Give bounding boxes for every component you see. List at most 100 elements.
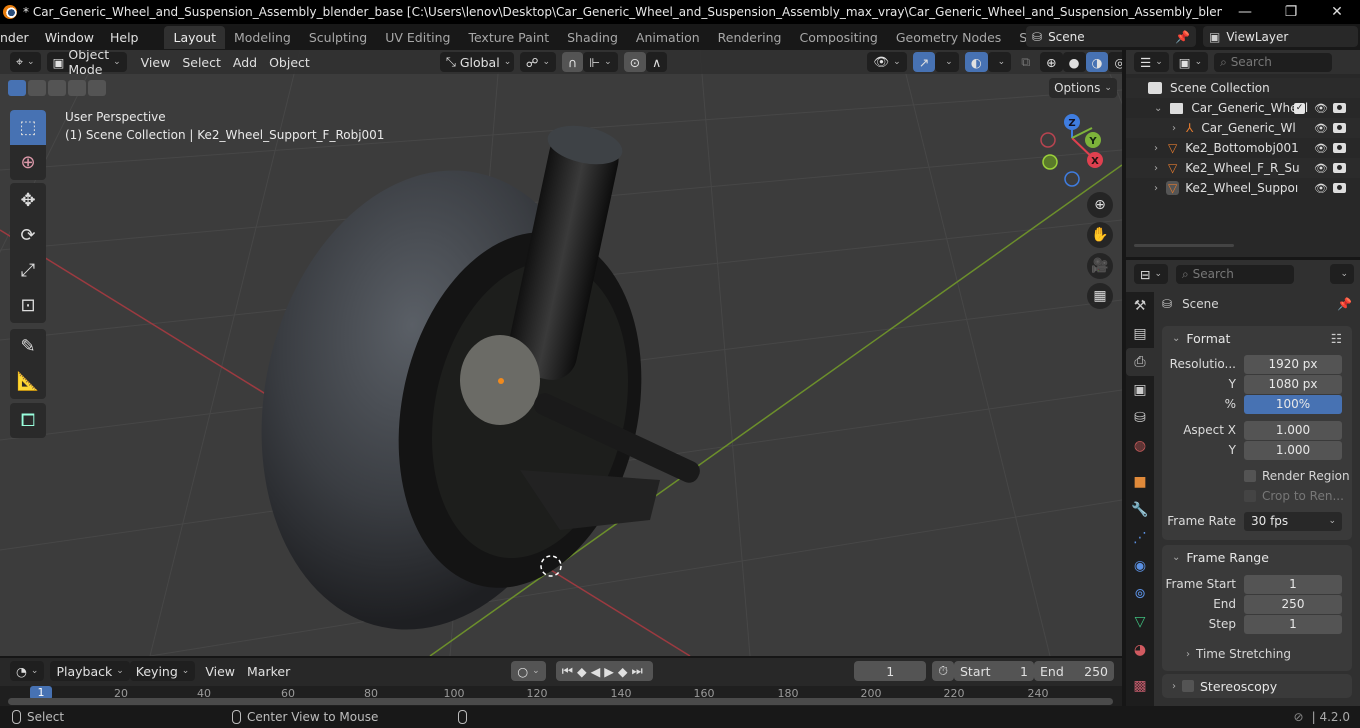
measure-tool[interactable]: 📐	[10, 364, 46, 399]
play-button[interactable]: ▶	[604, 664, 618, 679]
resolution-percent-slider[interactable]: 100%	[1244, 394, 1342, 414]
select-extend-icon[interactable]	[28, 80, 46, 96]
playback-menu[interactable]: Playback ⌄	[50, 661, 130, 681]
render-region-row[interactable]: Render Region	[1162, 466, 1352, 486]
snap-toggle[interactable]: ∩	[562, 52, 584, 72]
options-button[interactable]: Options ⌄	[1049, 78, 1117, 98]
3d-viewport[interactable]: ⌖ ⌄ ▣ Object Mode ⌄ View Select Add Object…	[0, 50, 1122, 656]
tab-animation[interactable]: Animation	[627, 26, 709, 49]
view-layer-selector[interactable]: ▣ ViewLayer	[1203, 26, 1358, 47]
view-layer-name[interactable]: ViewLayer	[1226, 30, 1288, 44]
expand-icon[interactable]: ›	[1154, 163, 1158, 174]
orientation-selector[interactable]: ⤡ Global ⌄	[439, 52, 514, 72]
outliner-search-input[interactable]: ⌕ Search	[1214, 52, 1333, 72]
eye-icon[interactable]: 👁	[1314, 182, 1328, 195]
crop-checkbox[interactable]	[1244, 490, 1256, 502]
tab-tool[interactable]: ⚒	[1126, 292, 1154, 320]
wireframe-shading-button[interactable]: ⊕	[1040, 52, 1063, 72]
pivot-selector[interactable]: ☍ ⌄	[519, 52, 557, 72]
menu-select[interactable]: Select	[176, 52, 227, 72]
tab-shading[interactable]: Shading	[558, 26, 627, 49]
use-preview-range-toggle[interactable]: ⏱	[932, 661, 954, 681]
falloff-selector[interactable]: ∧	[646, 52, 668, 72]
menu-object[interactable]: Object	[263, 52, 316, 72]
format-panel-header[interactable]: ⌄ Format ☷	[1162, 326, 1352, 350]
solid-shading-button[interactable]: ●	[1062, 52, 1086, 72]
select-new-icon[interactable]	[8, 80, 26, 96]
outliner-row[interactable]: ⌄ Car_Generic_Wheel ✓ 👁	[1126, 98, 1360, 118]
next-keyframe-button[interactable]: ◆	[618, 664, 632, 679]
tab-scene[interactable]: ⛁	[1126, 404, 1154, 432]
stereoscopy-checkbox[interactable]	[1182, 680, 1194, 692]
frame-range-panel-header[interactable]: ⌄ Frame Range	[1162, 545, 1352, 569]
auto-keying-toggle[interactable]: ○ ⌄	[511, 661, 546, 681]
perspective-toggle-button[interactable]: ▦	[1087, 283, 1113, 309]
add-cube-tool[interactable]: ⧠	[10, 403, 46, 438]
frame-end-field[interactable]: 250	[1244, 594, 1342, 614]
scene-name[interactable]: Scene	[1048, 30, 1085, 44]
start-frame-field[interactable]: Start 1	[954, 661, 1034, 681]
navigation-gizmo[interactable]: Z Y X	[1030, 112, 1120, 202]
prev-keyframe-button[interactable]: ◆	[577, 664, 591, 679]
menu-window[interactable]: Window	[37, 30, 102, 45]
outliner-root[interactable]: Scene Collection	[1126, 78, 1360, 98]
tab-render[interactable]: ▤	[1126, 320, 1154, 348]
scale-tool[interactable]: ⤢	[10, 253, 46, 288]
close-button[interactable]: ✕	[1314, 4, 1360, 20]
render-camera-icon[interactable]	[1333, 103, 1346, 113]
exclude-checkbox[interactable]: ✓	[1294, 102, 1305, 114]
overlays-dropdown[interactable]: ⌄	[987, 52, 1012, 72]
material-shading-button[interactable]: ◑	[1085, 52, 1109, 72]
proportional-edit-toggle[interactable]: ⊙	[623, 52, 647, 72]
resolution-y-field[interactable]: 1080 px	[1244, 374, 1342, 394]
visibility-selector[interactable]: 👁 ⌄	[867, 52, 907, 72]
current-frame-field[interactable]: 1	[854, 661, 927, 681]
eye-icon[interactable]: 👁	[1314, 162, 1328, 175]
scene-selector[interactable]: ⛁ Scene 📌	[1026, 26, 1196, 47]
frame-rate-dropdown[interactable]: 30 fps ⌄	[1244, 511, 1342, 531]
frame-start-field[interactable]: 1	[1244, 574, 1342, 594]
move-tool[interactable]: ✥	[10, 183, 46, 218]
jump-end-button[interactable]: ⏭	[631, 663, 646, 679]
render-camera-icon[interactable]	[1333, 163, 1346, 173]
tab-modifiers[interactable]: 🔧	[1126, 496, 1154, 524]
mode-selector[interactable]: ▣ Object Mode ⌄	[46, 50, 127, 77]
outliner-row-active[interactable]: › ▽ Ke2_Wheel_Suppoı 👁	[1126, 178, 1360, 198]
aspect-x-field[interactable]: 1.000	[1244, 420, 1342, 440]
tab-rendering[interactable]: Rendering	[709, 26, 791, 49]
tab-particles[interactable]: ⋰	[1126, 524, 1154, 552]
zoom-view-button[interactable]: ⊕	[1087, 192, 1113, 218]
expand-icon[interactable]: ›	[1154, 183, 1158, 194]
cursor-tool[interactable]: ⊕	[10, 145, 46, 180]
tab-modeling[interactable]: Modeling	[225, 26, 300, 49]
render-region-checkbox[interactable]	[1244, 470, 1256, 482]
timeline-editor-type[interactable]: ◔ ⌄	[10, 661, 45, 681]
outliner-row[interactable]: › ⅄ Car_Generic_Wl 👁	[1126, 118, 1360, 138]
resolution-x-field[interactable]: 1920 px	[1244, 354, 1342, 374]
tab-constraints[interactable]: ⊚	[1126, 580, 1154, 608]
tab-object[interactable]: ■	[1126, 468, 1154, 496]
annotate-tool[interactable]: ✎	[10, 329, 46, 364]
display-mode-selector[interactable]: ▣ ⌄	[1172, 52, 1209, 72]
gizmo-toggle[interactable]: ↗	[912, 52, 936, 72]
transform-tool[interactable]: ⊡	[10, 288, 46, 323]
properties-editor-type[interactable]: ⊟ ⌄	[1134, 264, 1169, 284]
menu-view[interactable]: View	[135, 52, 177, 72]
tab-view-layer[interactable]: ▣	[1126, 376, 1154, 404]
render-camera-icon[interactable]	[1333, 143, 1346, 153]
minimize-button[interactable]: —	[1222, 4, 1268, 20]
menu-render[interactable]: nder	[0, 30, 37, 45]
tab-texture-paint[interactable]: Texture Paint	[459, 26, 558, 49]
rendered-shading-button[interactable]: ◎	[1108, 52, 1122, 72]
editor-type-button[interactable]: ⌖ ⌄	[10, 52, 41, 72]
menu-add[interactable]: Add	[227, 52, 263, 72]
frame-step-field[interactable]: 1	[1244, 614, 1342, 634]
select-box-tool[interactable]: ⬚	[10, 110, 46, 145]
tab-sculpting[interactable]: Sculpting	[300, 26, 376, 49]
eye-icon[interactable]: 👁	[1314, 122, 1328, 135]
tab-material[interactable]: ◕	[1126, 636, 1154, 664]
keying-menu[interactable]: Keying ⌄	[129, 661, 196, 681]
eye-icon[interactable]: 👁	[1314, 142, 1328, 155]
tab-layout[interactable]: Layout	[164, 25, 225, 49]
select-intersect-icon[interactable]	[88, 80, 106, 96]
